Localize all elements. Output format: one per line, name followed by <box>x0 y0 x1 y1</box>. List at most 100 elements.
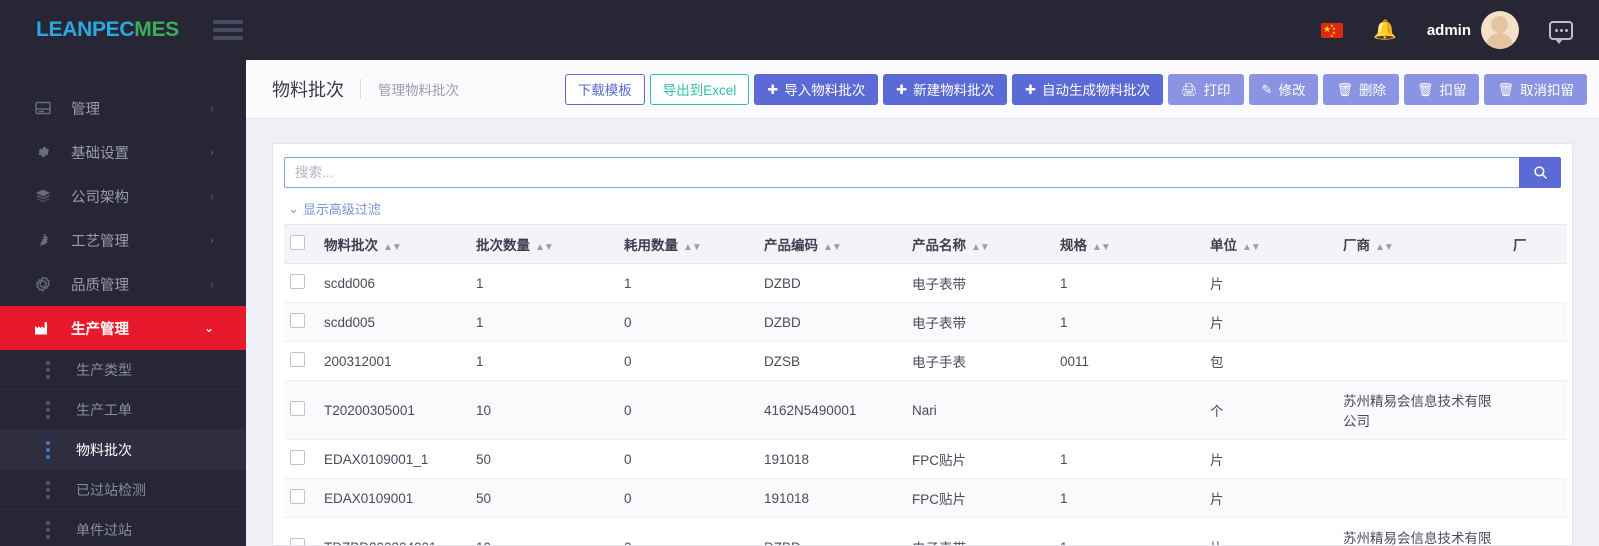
toolbar-button-4[interactable]: ✚ 新建物料批次 <box>883 73 1008 105</box>
advanced-filter-toggle[interactable]: ⌄ 显示高级过滤 <box>288 199 381 218</box>
flask-icon <box>34 232 51 249</box>
cell-batch: TDZBD200304001 <box>318 517 470 545</box>
sidebar-subitem-5[interactable]: 单件过站 <box>0 510 246 546</box>
sidebar-item-4[interactable]: 工艺管理 › <box>0 218 246 262</box>
material-batch-table: 物料批次 ▲▼ 批次数量 ▲▼ 耗用数量 ▲▼ 产品编码 ▲▼ 产品名称 ▲▼ 规格 ▲▼ 单位 ▲▼ 厂商… <box>284 224 1567 545</box>
search-input[interactable] <box>284 157 1519 188</box>
toolbar-button-2[interactable]: 导出到Excel <box>649 73 750 105</box>
table-head: 物料批次 ▲▼ 批次数量 ▲▼ 耗用数量 ▲▼ 产品编码 ▲▼ 产品名称 ▲▼ 规格 ▲▼ 单位 ▲▼ 厂商… <box>284 224 1567 264</box>
table-row[interactable]: TDZBD200304001100DZBD电子表带1片苏州精易会信息技术有限公司 <box>284 517 1567 545</box>
sidebar-item-label: 生产管理 <box>71 321 129 338</box>
chat-icon[interactable] <box>1549 20 1573 44</box>
page-title: 物料批次 <box>272 80 344 100</box>
column-header-5[interactable]: 产品名称 ▲▼ <box>906 224 1054 264</box>
table-header-row: 物料批次 ▲▼ 批次数量 ▲▼ 耗用数量 ▲▼ 产品编码 ▲▼ 产品名称 ▲▼ 规格 ▲▼ 单位 ▲▼ 厂商… <box>284 224 1567 264</box>
cell-name: 电子表带 <box>906 263 1054 303</box>
cn-flag-icon[interactable]: ★ ★ ★ ★ ★ <box>1321 22 1344 38</box>
column-header-8[interactable]: 厂商 ▲▼ <box>1337 224 1507 264</box>
cell-vendor: 苏州精易会信息技术有限公司 <box>1337 517 1507 545</box>
cell-spec: 1 <box>1054 302 1204 342</box>
column-header-label: 物料批次 <box>324 238 378 253</box>
content-area: ⌄ 显示高级过滤 物料批次▲▼批次数量▲▼耗用数量▲▼产品编码▲▼产品名称▲▼规… <box>246 119 1599 546</box>
column-header-label: 厂商 <box>1343 238 1370 253</box>
column-header-4[interactable]: 产品编码 ▲▼ <box>758 224 906 264</box>
table-row[interactable]: EDAX0109001 50 0 191018 FPC贴片 1 片 <box>284 478 1567 518</box>
sort-icon[interactable]: ▲▼ <box>535 242 554 253</box>
cell-qty: 1 <box>470 263 618 303</box>
cell-batch: 200312001 <box>318 341 470 381</box>
bell-icon[interactable]: 🔔 <box>1373 18 1397 42</box>
row-checkbox[interactable] <box>290 352 305 367</box>
username-label: admin <box>1426 21 1471 39</box>
toolbar-button-label: 下载模板 <box>577 83 632 98</box>
sort-icon[interactable]: ▲▼ <box>1242 242 1261 253</box>
topbar: ★ ★ ★ ★ ★ 🔔 admin <box>246 0 1599 60</box>
avatar[interactable] <box>1481 11 1519 49</box>
cell-vendor: 苏州精易会信息技术有限公司 <box>1337 380 1507 440</box>
cell-vendor2 <box>1507 439 1567 479</box>
hamburger-icon[interactable] <box>212 20 243 40</box>
chevron-icon: › <box>210 189 214 203</box>
sidebar-subitem-4[interactable]: 已过站检测 <box>0 470 246 510</box>
toolbar-button-8[interactable]: 🗑 删除 <box>1323 73 1399 105</box>
cell-unit: 片 <box>1204 439 1337 479</box>
toolbar-button-10[interactable]: 🗑 取消扣留 <box>1484 73 1587 105</box>
toolbar-button-1[interactable]: 下载模板 <box>564 73 645 105</box>
toolbar-button-9[interactable]: 🗑 扣留 <box>1403 73 1480 105</box>
cell-unit: 片 <box>1204 517 1337 545</box>
column-header-1[interactable]: 物料批次 ▲▼ <box>318 224 470 264</box>
toolbar-button-6[interactable]: 🖨 打印 <box>1168 73 1244 105</box>
sidebar-item-5[interactable]: 品质管理 › <box>0 262 246 306</box>
table-row[interactable]: T20200305001 10 0 4162N5490001 Nari 个苏州精易会信息技… <box>284 380 1567 440</box>
sidebar-item-6[interactable]: 生产管理 ⌄ <box>0 306 246 350</box>
row-checkbox[interactable] <box>290 313 305 328</box>
sidebar-subitem-3[interactable]: 物料批次 <box>0 430 246 470</box>
sidebar-subitem-2[interactable]: 生产工单 <box>0 390 246 430</box>
user-menu[interactable]: admin <box>1427 11 1519 49</box>
row-checkbox[interactable] <box>290 401 305 416</box>
cell-batch: EDAX0109001_1 <box>318 439 470 479</box>
toolbar-button-3[interactable]: ✚ 导入物料批次 <box>754 73 879 105</box>
cell-batch: T20200305001 <box>318 380 470 440</box>
row-checkbox[interactable] <box>290 450 305 465</box>
cell-batch: scdd005 <box>318 302 470 342</box>
row-checkbox[interactable] <box>290 538 305 545</box>
sort-icon[interactable]: ▲▼ <box>971 242 990 253</box>
sidebar: LEANPECMES 管理 › 基础设置 › 公司架构 › 工艺管理 › 品质管理 › 生产管理 ⌄ 生… <box>0 0 246 546</box>
select-all-checkbox[interactable] <box>290 235 305 250</box>
cell-used: 1 <box>618 263 758 303</box>
table-row[interactable]: 200312001 1 0 DZSB 电子手表 0011 包 <box>284 341 1567 381</box>
column-header-label: 产品编码 <box>764 238 818 253</box>
toolbar-button-5[interactable]: ✚ 自动生成物料批次 <box>1012 73 1164 105</box>
column-header-9[interactable]: 厂 <box>1507 224 1567 264</box>
toolbar-button-7[interactable]: ✎ 修改 <box>1248 73 1319 105</box>
sidebar-subitem-1[interactable]: 生产类型 <box>0 350 246 390</box>
column-header-6[interactable]: 规格 ▲▼ <box>1054 224 1204 264</box>
row-checkbox[interactable] <box>290 489 305 504</box>
app-logo[interactable]: LEANPECMES <box>36 18 179 42</box>
sort-icon[interactable]: ▲▼ <box>1375 242 1394 253</box>
dashboard-icon <box>34 100 51 117</box>
cell-vendor2 <box>1507 478 1567 518</box>
table-row[interactable]: scdd005 1 0 DZBD 电子表带 1 片 <box>284 302 1567 342</box>
column-header-2[interactable]: 批次数量 ▲▼ <box>470 224 618 264</box>
row-checkbox[interactable] <box>290 274 305 289</box>
table-row[interactable]: scdd006 1 1 DZBD 电子表带 1 片 <box>284 263 1567 303</box>
chevron-icon: ⌄ <box>203 321 214 335</box>
sort-icon[interactable]: ▲▼ <box>1092 242 1111 253</box>
sidebar-item-1[interactable]: 管理 › <box>0 86 246 130</box>
sidebar-item-2[interactable]: 基础设置 › <box>0 130 246 174</box>
column-header-7[interactable]: 单位 ▲▼ <box>1204 224 1337 264</box>
button-icon: ✎ <box>1261 81 1273 97</box>
sort-icon[interactable]: ▲▼ <box>383 242 402 253</box>
cell-vendor2 <box>1507 341 1567 381</box>
sidebar-item-3[interactable]: 公司架构 › <box>0 174 246 218</box>
table-row[interactable]: EDAX0109001_1 50 0 191018 FPC贴片 1 片 <box>284 439 1567 479</box>
search-button[interactable] <box>1519 157 1561 188</box>
column-header-3[interactable]: 耗用数量 ▲▼ <box>618 224 758 264</box>
sort-icon[interactable]: ▲▼ <box>683 242 702 253</box>
sort-icon[interactable]: ▲▼ <box>823 242 842 253</box>
button-icon: 🗑 <box>1497 81 1514 97</box>
action-bar: 物料批次 管理物料批次 下载模板 导出到Excel ✚ 导入物料批次 ✚ 新建物料批次 ✚ 自… <box>246 60 1599 119</box>
cell-qty: 1 <box>470 341 618 381</box>
